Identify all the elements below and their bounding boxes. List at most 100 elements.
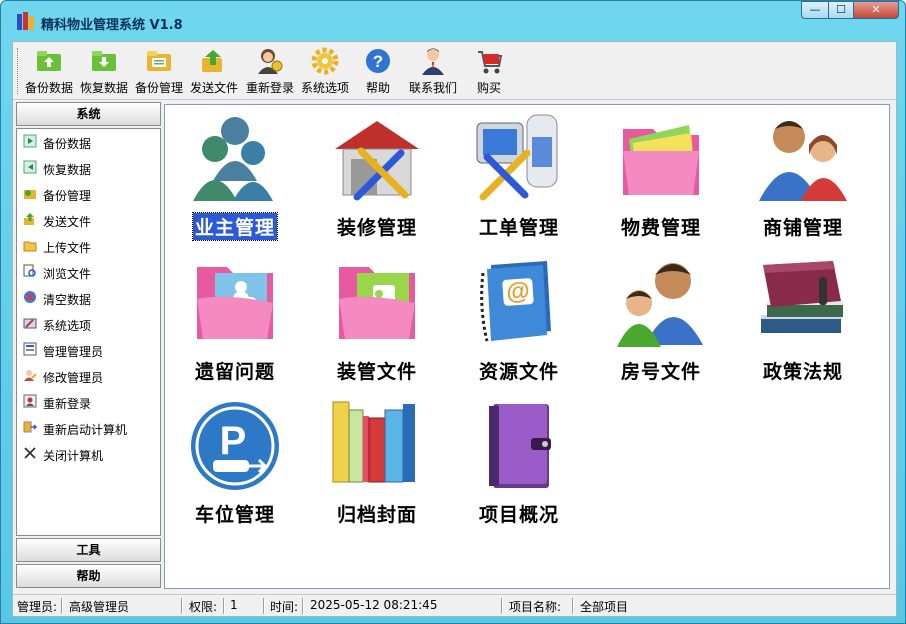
- folder-icon: [23, 241, 37, 252]
- module-room-number[interactable]: 房号文件: [596, 255, 726, 385]
- owners-icon: [193, 117, 273, 201]
- status-divider: [572, 598, 574, 614]
- toolbar: 备份数据 恢复数据 备份管理 发送文件 重新登录 系统选项 ? 帮助 联系我们 …: [13, 42, 896, 100]
- module-property-fee[interactable]: 物费管理: [596, 111, 726, 241]
- toolbar-backup-manage-button[interactable]: 备份管理: [133, 44, 185, 98]
- sidebar-item-shutdown-computer[interactable]: 关闭计算机: [23, 443, 159, 465]
- module-panel: 业主管理 装修管理 工单管理 物费管理 商铺管理 遗留问题 装管文件 @ 资源文…: [164, 104, 890, 589]
- module-work-order[interactable]: 工单管理: [454, 111, 584, 241]
- svg-text:P: P: [220, 419, 247, 463]
- shop-icon: [759, 121, 847, 201]
- parking-icon: P: [191, 402, 279, 490]
- resource-book-icon: @: [480, 261, 551, 342]
- toolbar-backup-data-button[interactable]: 备份数据: [23, 44, 75, 98]
- app-window: 精科物业管理系统 V1.8 — ☐ ✕ 备份数据 恢复数据 备份管理 发送文件: [0, 0, 906, 624]
- property-fee-icon: [623, 125, 699, 195]
- toolbar-contact-button[interactable]: 联系我们: [407, 44, 459, 98]
- toolbar-system-options-button[interactable]: 系统选项: [299, 44, 351, 98]
- options-icon: [23, 318, 37, 329]
- send-icon: [24, 213, 34, 225]
- toolbar-send-file-button[interactable]: 发送文件: [188, 44, 240, 98]
- toolbar-relogin-button[interactable]: 重新登录: [243, 44, 297, 98]
- sidebar-header-help[interactable]: 帮助: [16, 564, 161, 588]
- gear-icon: [311, 47, 339, 75]
- sidebar: 系统 备份数据 恢复数据 备份管理 发送文件 上传文件 浏览文件 清空数据 系统…: [16, 102, 161, 590]
- restart-icon: [23, 421, 37, 433]
- status-divider: [302, 598, 304, 614]
- status-project-value: 全部项目: [580, 600, 629, 614]
- archive-books-icon: [332, 401, 415, 483]
- sidebar-item-restart-computer[interactable]: 重新启动计算机: [23, 417, 159, 439]
- module-project-overview[interactable]: 项目概况: [454, 398, 584, 528]
- backup-manage-icon: [24, 190, 36, 199]
- svg-text:?: ?: [373, 52, 383, 71]
- app-logo-icon: [17, 12, 34, 30]
- status-divider: [61, 598, 63, 614]
- sidebar-item-relogin[interactable]: 重新登录: [23, 391, 159, 413]
- title-bar[interactable]: 精科物业管理系统 V1.8 — ☐ ✕: [1, 1, 905, 41]
- status-permission-value: 1: [230, 598, 238, 612]
- module-shop[interactable]: 商铺管理: [738, 111, 868, 241]
- sidebar-header-system[interactable]: 系统: [16, 102, 161, 126]
- work-order-icon: [476, 114, 558, 201]
- renovation-icon: [335, 121, 419, 201]
- client-area: 备份数据 恢复数据 备份管理 发送文件 重新登录 系统选项 ? 帮助 联系我们 …: [12, 41, 897, 617]
- sidebar-item-clear-data[interactable]: 清空数据: [23, 287, 159, 309]
- toolbar-buy-button[interactable]: 购买: [471, 44, 507, 98]
- svg-text:@: @: [505, 277, 530, 306]
- sidebar-item-manage-admins[interactable]: 管理管理员: [23, 339, 159, 361]
- toolbar-restore-data-button[interactable]: 恢复数据: [78, 44, 130, 98]
- close-button[interactable]: ✕: [853, 1, 899, 19]
- sidebar-item-backup-data[interactable]: 备份数据: [23, 131, 159, 153]
- sidebar-item-browse-file[interactable]: 浏览文件: [23, 261, 159, 283]
- minimize-button[interactable]: —: [801, 1, 829, 19]
- status-permission-label: 权限:: [189, 600, 218, 614]
- renovation-files-icon: [339, 267, 415, 339]
- sidebar-item-edit-admin[interactable]: 修改管理员: [23, 365, 159, 387]
- sidebar-item-send-file[interactable]: 发送文件: [23, 209, 159, 231]
- status-divider: [263, 598, 265, 614]
- backup-icon: [23, 134, 37, 148]
- sidebar-item-system-options[interactable]: 系统选项: [23, 313, 159, 335]
- maximize-button[interactable]: ☐: [828, 1, 854, 19]
- restore-data-icon: [92, 51, 116, 71]
- sidebar-item-restore-data[interactable]: 恢复数据: [23, 157, 159, 179]
- backup-data-icon: [37, 51, 61, 71]
- room-number-icon: [617, 263, 703, 347]
- module-renovation[interactable]: 装修管理: [312, 111, 442, 241]
- status-admin-label: 管理员:: [17, 600, 58, 614]
- restore-icon: [23, 160, 37, 174]
- sidebar-item-backup-manage[interactable]: 备份管理: [23, 183, 159, 205]
- clear-icon: [24, 291, 36, 303]
- admin-icon: [23, 342, 37, 356]
- module-policy[interactable]: 政策法规: [738, 255, 868, 385]
- module-archive[interactable]: 归档封面: [312, 398, 442, 528]
- status-bar: 管理员: 高级管理员 权限: 1 时间: 2025-05-12 08:21:45…: [13, 594, 896, 616]
- backup-manage-icon: [147, 51, 171, 71]
- module-renovation-files[interactable]: 装管文件: [312, 255, 442, 385]
- cart-icon: [478, 51, 503, 74]
- relogin-icon: [23, 394, 37, 408]
- status-divider: [181, 598, 183, 614]
- project-book-icon: [489, 404, 551, 488]
- sidebar-item-upload-file[interactable]: 上传文件: [23, 235, 159, 257]
- toolbar-grip[interactable]: [17, 48, 20, 94]
- sidebar-header-tools[interactable]: 工具: [16, 538, 161, 562]
- status-divider: [501, 598, 503, 614]
- browse-icon: [23, 264, 36, 277]
- contact-icon: [422, 48, 444, 75]
- module-resource-files[interactable]: @ 资源文件: [454, 255, 584, 385]
- relogin-icon: [258, 49, 283, 74]
- module-issues[interactable]: 遗留问题: [170, 255, 300, 385]
- toolbar-help-button[interactable]: ? 帮助: [358, 44, 398, 98]
- status-divider: [223, 598, 225, 614]
- issues-folder-icon: [197, 267, 273, 339]
- status-time-label: 时间:: [270, 600, 299, 614]
- policy-books-icon: [761, 261, 843, 333]
- module-parking[interactable]: P 车位管理: [170, 398, 300, 528]
- window-title: 精科物业管理系统 V1.8: [41, 18, 183, 33]
- module-owners[interactable]: 业主管理: [170, 111, 300, 241]
- status-admin-value: 高级管理员: [69, 600, 130, 614]
- edit-admin-icon: [24, 370, 37, 381]
- help-icon: ?: [366, 49, 390, 73]
